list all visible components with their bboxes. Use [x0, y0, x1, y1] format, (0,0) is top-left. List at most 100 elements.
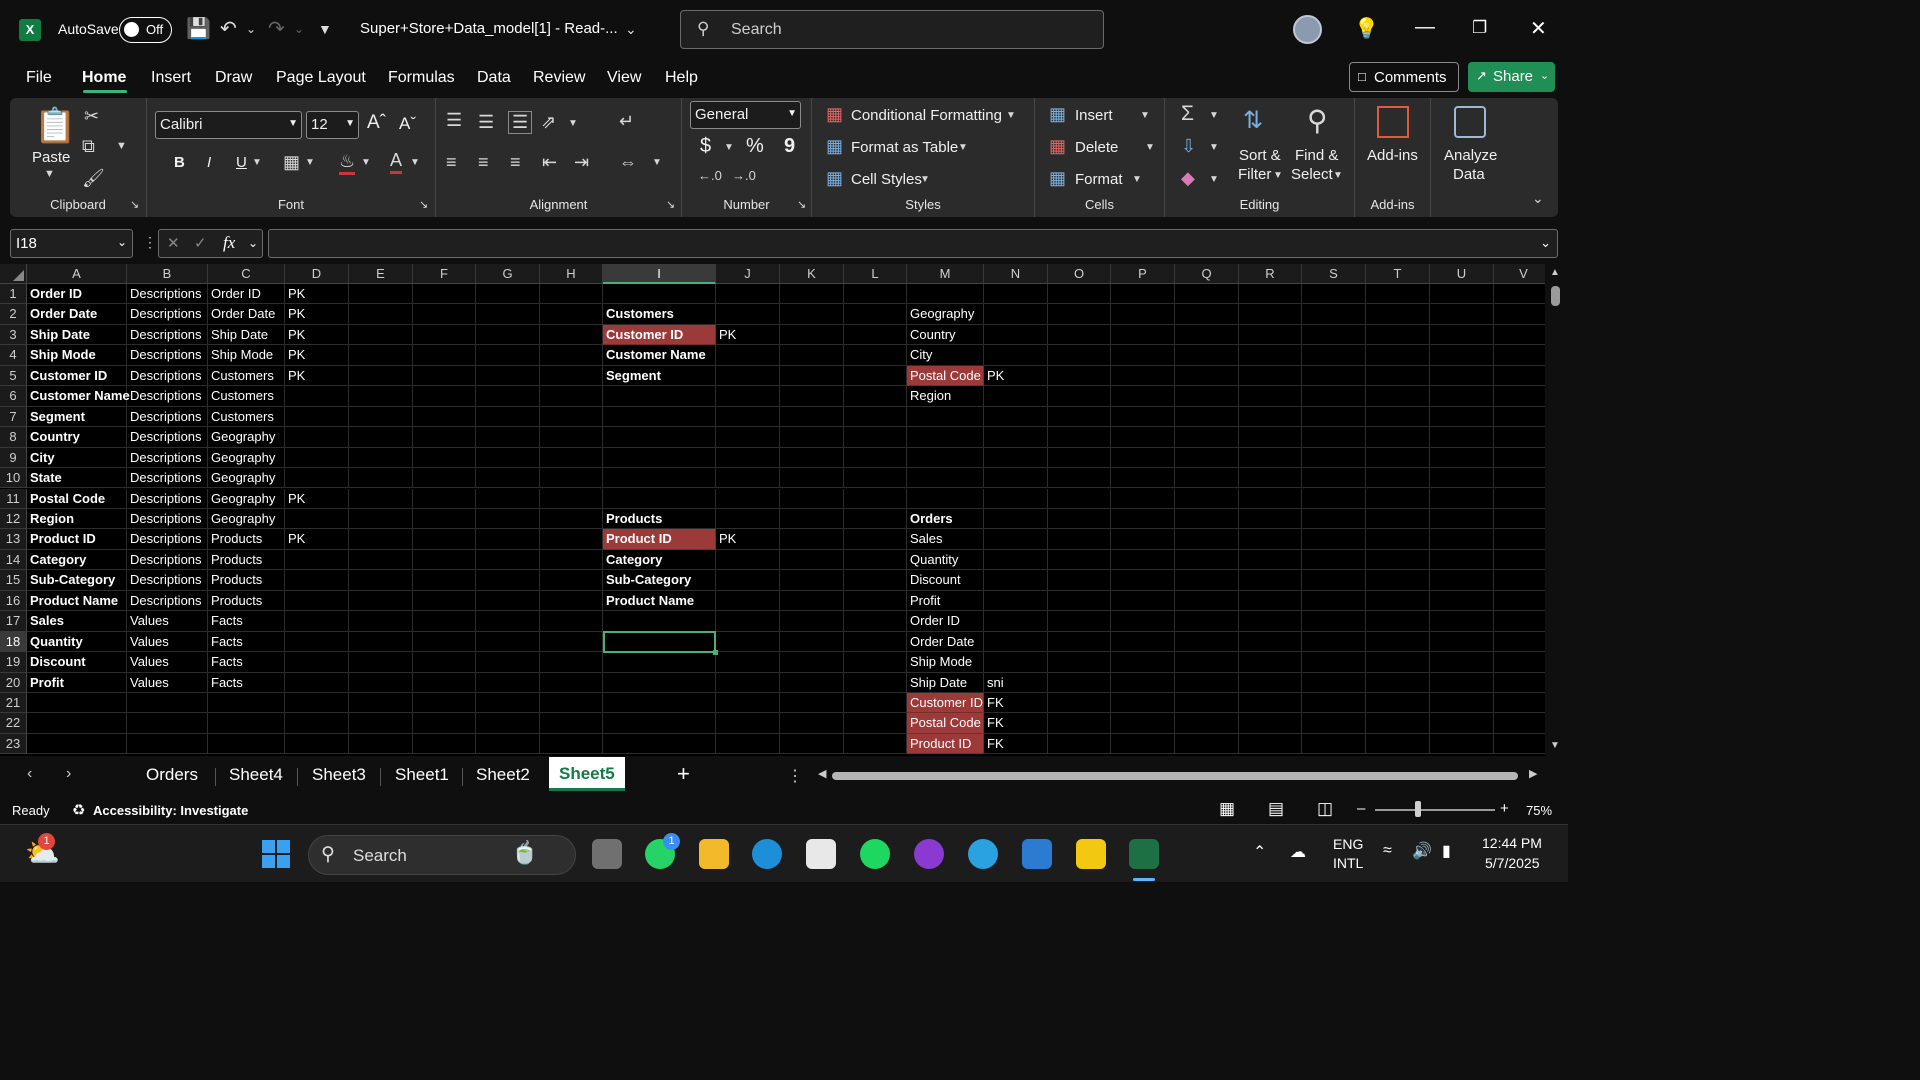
format-cells-icon[interactable]: ▦ [1049, 168, 1066, 189]
cell[interactable] [844, 611, 907, 632]
cell-c4[interactable]: Ship Mode [208, 345, 285, 365]
font-size-combo[interactable]: 12 ▼ [306, 111, 359, 139]
cell-b3[interactable]: Descriptions [127, 325, 208, 345]
cell[interactable] [1430, 713, 1494, 734]
cell[interactable] [780, 488, 844, 509]
cell[interactable] [285, 468, 349, 489]
sort-filter-icon[interactable]: ⇅ [1243, 106, 1263, 135]
cell[interactable] [1111, 508, 1175, 530]
borders-icon[interactable]: ▦ [283, 152, 300, 173]
format-cells-button[interactable]: Format [1075, 171, 1123, 188]
insert-cells-button[interactable]: Insert [1075, 107, 1113, 124]
cell[interactable] [716, 631, 780, 653]
cell[interactable] [844, 427, 907, 448]
tab-data[interactable]: Data [477, 69, 511, 87]
wifi-icon[interactable]: ≈ [1383, 842, 1392, 860]
font-launcher-icon[interactable]: ↘ [419, 198, 428, 211]
clock-time[interactable]: 12:44 PM [1482, 835, 1542, 851]
comments-button[interactable]: □ Comments [1349, 62, 1459, 92]
column-header-a[interactable]: A [27, 264, 127, 284]
cell-d2[interactable]: PK [285, 304, 349, 324]
cell[interactable] [907, 468, 984, 489]
cell[interactable] [540, 733, 603, 755]
cell[interactable] [984, 652, 1048, 673]
cell[interactable] [349, 488, 413, 509]
tab-home[interactable]: Home [82, 69, 126, 87]
cell[interactable] [1175, 570, 1239, 591]
cell-b19[interactable]: Values [127, 652, 208, 672]
cell[interactable] [1430, 549, 1494, 571]
windows-start-icon[interactable] [262, 840, 290, 868]
cell[interactable] [1494, 407, 1545, 428]
cell[interactable] [1239, 529, 1302, 550]
cell[interactable] [780, 611, 844, 632]
addins-icon[interactable] [1377, 106, 1409, 138]
row-header-10[interactable]: 10 [0, 468, 27, 489]
battery-icon[interactable]: ▮ [1442, 841, 1451, 861]
cell[interactable] [540, 427, 603, 448]
cell[interactable] [1430, 284, 1494, 305]
cell[interactable] [1366, 611, 1430, 632]
cell[interactable] [349, 427, 413, 448]
cell[interactable] [413, 652, 476, 673]
find-select-dropdown-icon[interactable]: ▼ [1333, 170, 1343, 181]
cell-c8[interactable]: Geography [208, 427, 285, 447]
increase-decimal-icon[interactable]: ←.0 [698, 168, 722, 183]
find-select-line2[interactable]: Select [1291, 166, 1333, 183]
customize-qat-icon[interactable]: ▼ [318, 21, 332, 37]
cell[interactable] [1430, 508, 1494, 530]
cell[interactable] [285, 427, 349, 448]
cell-m14[interactable]: Quantity [907, 550, 984, 570]
cell-m3[interactable]: Country [907, 325, 984, 345]
fill-icon[interactable]: ⇩ [1181, 136, 1196, 157]
cell-a20[interactable]: Profit [27, 673, 127, 693]
cell-i13[interactable]: Product ID [603, 529, 716, 550]
cell[interactable] [984, 549, 1048, 571]
row-header-1[interactable]: 1 [0, 284, 27, 305]
cell[interactable] [413, 468, 476, 489]
cell[interactable] [844, 693, 907, 714]
cell[interactable] [1048, 652, 1111, 673]
cell[interactable] [716, 406, 780, 428]
cut-icon[interactable]: ✂ [84, 106, 99, 127]
cell[interactable] [1494, 632, 1545, 653]
cell-a13[interactable]: Product ID [27, 529, 127, 549]
cell[interactable] [349, 611, 413, 632]
column-header-k[interactable]: K [780, 264, 844, 284]
merge-dropdown-icon[interactable]: ▼ [652, 157, 662, 168]
column-header-q[interactable]: Q [1175, 264, 1239, 284]
cell[interactable] [984, 508, 1048, 530]
cell-c16[interactable]: Products [208, 591, 285, 611]
cell[interactable] [1302, 611, 1366, 632]
cell[interactable] [476, 570, 540, 591]
cell[interactable] [844, 468, 907, 489]
cell[interactable] [285, 733, 349, 755]
cell[interactable] [1048, 427, 1111, 448]
tab-insert[interactable]: Insert [151, 69, 191, 87]
telegram-icon[interactable] [968, 839, 998, 869]
cell[interactable] [1494, 550, 1545, 571]
cell[interactable] [476, 365, 540, 387]
cell[interactable] [476, 447, 540, 469]
cell-b20[interactable]: Values [127, 673, 208, 693]
cell[interactable] [540, 345, 603, 366]
cell[interactable] [413, 406, 476, 428]
zoom-slider-thumb[interactable] [1415, 801, 1421, 817]
cell[interactable] [1175, 345, 1239, 366]
cell[interactable] [349, 468, 413, 489]
cell[interactable] [1430, 345, 1494, 366]
cell[interactable] [1494, 284, 1545, 305]
cell[interactable] [1366, 406, 1430, 428]
align-center-icon[interactable]: ≡ [478, 152, 489, 173]
cell-i4[interactable]: Customer Name [603, 345, 716, 365]
cell[interactable] [476, 631, 540, 653]
cell-n5[interactable]: PK [984, 366, 1048, 386]
cell[interactable] [1366, 549, 1430, 571]
cell[interactable] [285, 590, 349, 612]
delete-cells-icon[interactable]: ▦ [1049, 136, 1066, 157]
cell[interactable] [1366, 488, 1430, 509]
cell[interactable] [413, 345, 476, 366]
cell[interactable] [413, 365, 476, 387]
cell[interactable] [1366, 672, 1430, 693]
cell[interactable] [780, 324, 844, 346]
